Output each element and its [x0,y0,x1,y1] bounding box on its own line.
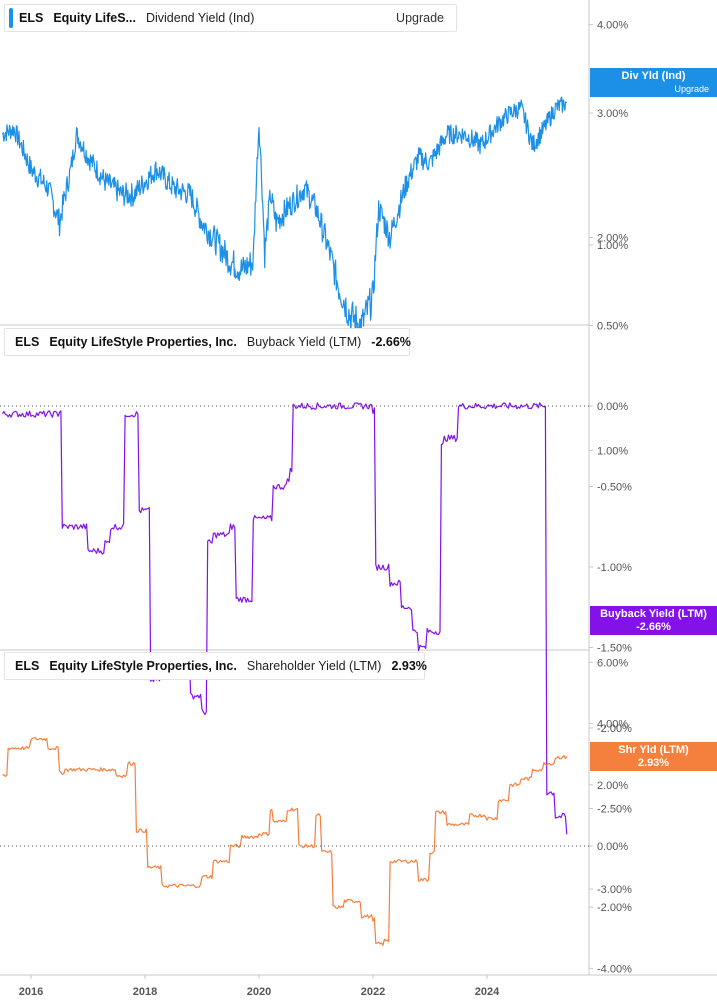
chart-canvas: 1.00% 2.00% 3.00% 4.00% -3.00% -2.50% -2.00% -1… [0,0,717,998]
y-tick-label: 0.00% [597,841,628,853]
badge-value: 2.93% [637,757,670,769]
upgrade-link[interactable]: Upgrade [396,11,444,25]
x-tick-label: 2020 [247,986,271,998]
legend-shareholder-yield[interactable]: ELS Equity LifeStyle Properties, Inc. Sh… [4,652,427,680]
badge-label: Buyback Yield (LTM) [600,608,707,620]
ticker-label: ELS [15,335,40,349]
x-tick-label: 2024 [475,986,500,998]
company-label: Equity LifeStyle Properties, Inc. [49,659,237,673]
metric-label: Buyback Yield (LTM) [246,335,362,349]
y-tick-label: -2.00% [597,902,632,914]
x-tick-label: 2016 [19,986,43,998]
y-tick-label: -0.50% [597,482,632,494]
metric-value: -2.66% [371,335,411,349]
x-tick-label: 2018 [133,986,157,998]
badge-value: -2.66% [636,621,671,633]
metric-label: Dividend Yield (Ind) [145,11,255,25]
ticker-label: ELS [15,659,40,673]
series-line-dividend [1,96,568,340]
y-tick-label: 3.00% [597,108,628,120]
badge-upgrade[interactable]: Upgrade [590,83,717,96]
y-tick-label: 1.00% [597,240,628,252]
y-tick-label: 4.00% [597,20,628,32]
x-tick-label: 2022 [361,986,385,998]
y-tick-label: 4.00% [597,719,628,731]
legend-buyback-yield[interactable]: ELS Equity LifeStyle Properties, Inc. Bu… [4,328,411,356]
series-color-marker [9,8,13,28]
y-tick-label: -4.00% [597,963,632,975]
y-tick-label: -1.50% [597,643,632,655]
badge-buyback-yield: Buyback Yield (LTM) -2.66% [590,606,717,635]
series-line-shareholder [2,736,568,946]
y-tick-label: -1.00% [597,562,632,574]
badge-label: Div Yld (Ind) [621,70,686,82]
legend-dividend-yield[interactable]: ELS Equity LifeS... Dividend Yield (Ind)… [4,4,457,32]
badge-label: Shr Yld (LTM) [618,744,689,756]
company-label: Equity LifeStyle Properties, Inc. [49,335,237,349]
badge-dividend-yield: Div Yld (Ind) Upgrade [590,68,717,97]
y-tick-label: 6.00% [597,657,628,669]
metric-label: Shareholder Yield (LTM) [246,659,382,673]
y-tick-label: 1.00% [597,445,628,457]
ticker-label: ELS [19,11,44,25]
y-tick-label: 0.50% [597,321,628,333]
y-tick-label: -3.00% [597,884,632,896]
metric-value: 2.93% [391,659,427,673]
badge-shareholder-yield: Shr Yld (LTM) 2.93% [590,742,717,771]
y-tick-label: -2.50% [597,804,632,816]
y-tick-label: 2.00% [597,780,628,792]
company-label: Equity LifeS... [53,11,136,25]
y-tick-label: 0.00% [597,401,628,413]
